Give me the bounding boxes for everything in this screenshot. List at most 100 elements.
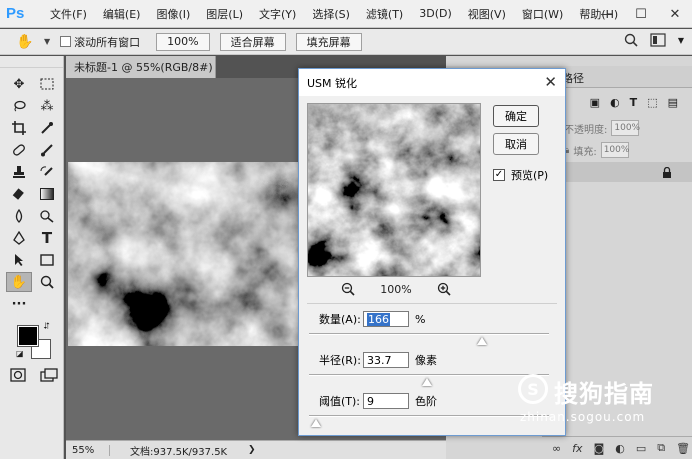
filter-preview[interactable]: [307, 103, 481, 277]
menu-file[interactable]: 文件(F): [42, 6, 95, 22]
foreground-color-swatch[interactable]: [17, 325, 39, 347]
eraser-tool-icon[interactable]: [6, 184, 32, 204]
type-filter-icon[interactable]: T: [630, 96, 638, 109]
menu-layer[interactable]: 图层(L): [198, 6, 251, 22]
cancel-button[interactable]: 取消: [493, 133, 539, 155]
swap-colors-icon[interactable]: ⮃: [43, 322, 50, 332]
status-doc-size: 文档:937.5K/937.5K: [130, 446, 228, 458]
menu-select[interactable]: 选择(S): [304, 6, 358, 22]
quick-mask-icon[interactable]: [10, 368, 26, 382]
radius-slider-thumb[interactable]: [421, 378, 432, 386]
zoom-out-icon[interactable]: [341, 282, 355, 296]
document-tab[interactable]: 未标题-1 @ 55%(RGB/8#) * ×: [66, 56, 216, 78]
magic-wand-tool-icon[interactable]: ⁂: [34, 96, 60, 116]
fill-field[interactable]: 100%: [600, 142, 629, 158]
watermark-brand: 搜狗指南: [554, 380, 654, 408]
amount-slider-thumb[interactable]: [476, 337, 487, 345]
layer-row[interactable]: [564, 162, 692, 182]
screen-mode-icon[interactable]: [40, 368, 58, 382]
preview-checkbox[interactable]: ✓: [493, 169, 505, 181]
marquee-tool-icon[interactable]: [34, 74, 60, 94]
add-mask-icon[interactable]: ◙: [594, 442, 605, 455]
layer-style-icon[interactable]: fx: [572, 442, 582, 455]
move-tool-icon[interactable]: ✥: [6, 74, 32, 94]
threshold-input[interactable]: 9: [363, 393, 409, 409]
menu-image[interactable]: 图像(I): [148, 6, 198, 22]
dialog-close-icon[interactable]: ✕: [544, 73, 557, 91]
smart-object-filter-icon[interactable]: ▤: [668, 96, 678, 109]
menu-window[interactable]: 窗口(W): [514, 6, 571, 22]
more-tools-icon[interactable]: ···: [6, 294, 32, 314]
maximize-button[interactable]: ☐: [624, 0, 658, 28]
dialog-title-bar[interactable]: USM 锐化 ✕: [299, 69, 565, 96]
rectangle-tool-icon[interactable]: [34, 250, 60, 270]
amount-label: 数量(A):: [319, 313, 361, 326]
tool-grid: ✥ ⁂ T ✋ ···: [0, 68, 63, 314]
hand-tool-icon[interactable]: ✋: [6, 272, 32, 292]
search-icon[interactable]: [624, 33, 638, 47]
menu-type[interactable]: 文字(Y): [251, 6, 304, 22]
window-controls: — ☐ ✕: [590, 0, 692, 28]
clone-stamp-tool-icon[interactable]: [6, 162, 32, 182]
fit-screen-button[interactable]: 适合屏幕: [219, 32, 286, 51]
status-zoom[interactable]: 55%: [66, 444, 110, 456]
chevron-down-icon[interactable]: ▼: [44, 37, 50, 46]
menu-view[interactable]: 视图(V): [460, 6, 514, 22]
menu-3d[interactable]: 3D(D): [411, 7, 460, 20]
lasso-tool-icon[interactable]: [6, 96, 32, 116]
gradient-tool-icon[interactable]: [34, 184, 60, 204]
ok-button[interactable]: 确定: [493, 105, 539, 127]
amount-slider-track[interactable]: [309, 333, 549, 335]
radius-input[interactable]: 33.7: [363, 352, 409, 368]
pen-tool-icon[interactable]: [6, 228, 32, 248]
type-tool-icon[interactable]: T: [34, 228, 60, 248]
healing-brush-tool-icon[interactable]: [6, 140, 32, 160]
fill-label: 填充:: [573, 146, 597, 158]
radius-slider-track[interactable]: [309, 374, 549, 376]
zoom-in-icon[interactable]: [437, 282, 451, 296]
preview-label: 预览(P): [511, 169, 549, 182]
amount-input[interactable]: 166: [363, 311, 409, 327]
document-canvas[interactable]: [68, 162, 300, 346]
default-colors-icon[interactable]: ◪: [16, 349, 24, 358]
adjustment-filter-icon[interactable]: ◐: [610, 96, 620, 109]
minimize-button[interactable]: —: [590, 0, 624, 28]
zoom-100-button[interactable]: 100%: [156, 32, 210, 51]
new-group-icon[interactable]: ▭: [636, 442, 646, 455]
chevron-right-icon[interactable]: ❯: [248, 445, 256, 455]
adjustment-layer-icon[interactable]: ◐: [615, 442, 625, 455]
threshold-slider-thumb[interactable]: [311, 419, 322, 427]
path-selection-tool-icon[interactable]: [6, 250, 32, 270]
delete-layer-icon[interactable]: 🗑︎: [676, 442, 690, 455]
new-layer-icon[interactable]: ⧉: [657, 441, 665, 455]
amount-value: 166: [367, 312, 390, 326]
zoom-tool-icon[interactable]: [34, 272, 60, 292]
threshold-slider-track[interactable]: [309, 415, 549, 417]
threshold-row: 阈值(T): 9 色阶: [319, 393, 437, 409]
eyedropper-tool-icon[interactable]: [34, 118, 60, 138]
history-brush-tool-icon[interactable]: [34, 162, 60, 182]
menu-edit[interactable]: 编辑(E): [95, 6, 149, 22]
brush-tool-icon[interactable]: [34, 140, 60, 160]
menu-filter[interactable]: 滤镜(T): [358, 6, 411, 22]
clouds-image: [68, 162, 300, 346]
dodge-tool-icon[interactable]: [34, 206, 60, 226]
panel-grip[interactable]: [0, 56, 63, 68]
chevron-down-icon[interactable]: ▼: [678, 36, 684, 45]
radius-unit: 像素: [415, 354, 437, 367]
options-bar: ✋ ▼ 滚动所有窗口 100% 适合屏幕 填充屏幕 ▼: [0, 29, 692, 55]
workspace-icon[interactable]: [650, 33, 666, 47]
opacity-field[interactable]: 100%: [611, 120, 640, 136]
scroll-all-windows-checkbox[interactable]: [60, 36, 72, 47]
link-layers-icon[interactable]: ∞: [552, 442, 561, 455]
close-button[interactable]: ✕: [658, 0, 692, 28]
hand-tool-preset-icon[interactable]: ✋: [16, 34, 44, 50]
layer-lock-icon: [663, 166, 671, 178]
fill-screen-button[interactable]: 填充屏幕: [295, 32, 362, 51]
shape-filter-icon[interactable]: ⬚: [647, 96, 657, 109]
crop-tool-icon[interactable]: [6, 118, 32, 138]
fill-row: 🔒︎ 填充: 100%: [564, 140, 688, 160]
menu-bar: Ps 文件(F) 编辑(E) 图像(I) 图层(L) 文字(Y) 选择(S) 滤…: [0, 0, 692, 28]
image-filter-icon[interactable]: ▣: [590, 96, 600, 109]
blur-tool-icon[interactable]: [6, 206, 32, 226]
